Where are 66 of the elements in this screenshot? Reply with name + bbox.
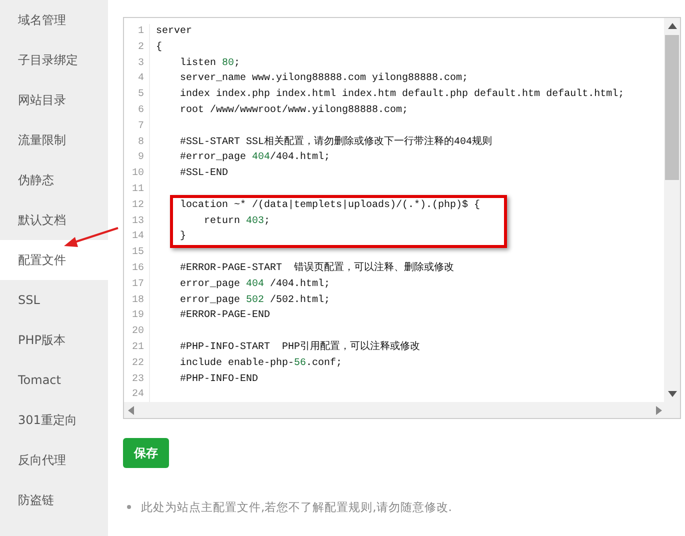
code-editor[interactable] xyxy=(123,17,681,419)
line-number: 24 xyxy=(132,388,144,402)
code-line: location ~* /(data|templets|uploads)/(.*).(php)$ { xyxy=(179,200,480,211)
bullet-icon xyxy=(127,505,131,509)
code-line: #SSL-END xyxy=(179,168,228,180)
code-line: return 403; xyxy=(203,216,270,227)
line-number: 21 xyxy=(132,340,144,355)
line-number: 6 xyxy=(138,104,144,118)
scroll-down-icon[interactable] xyxy=(668,391,676,397)
line-number: 17 xyxy=(132,278,144,292)
sidebar-item[interactable]: SSL xyxy=(0,280,108,320)
line-number: 20 xyxy=(132,325,144,340)
code-line: #SSL-START SSL相关配置，请勿删除或修改下一行带注释的404规则 xyxy=(179,136,492,148)
code-line: root /www/wwwroot/www.yilong88888.com; xyxy=(179,104,408,116)
line-number: 15 xyxy=(132,246,144,260)
code-line: include enable-php-56.conf; xyxy=(179,358,342,369)
code-line: #PHP-INFO-END xyxy=(179,374,258,385)
scroll-left-icon[interactable] xyxy=(128,406,134,414)
sidebar-item[interactable]: 伪静态 xyxy=(0,160,108,200)
code-line: error_page 502 /502.html; xyxy=(179,294,330,306)
line-number: 23 xyxy=(132,372,144,387)
line-number: 5 xyxy=(138,88,144,102)
sidebar-item[interactable]: PHP版本 xyxy=(0,320,108,360)
scroll-up-icon[interactable] xyxy=(668,23,676,29)
line-number: 16 xyxy=(132,262,144,276)
line-number: 14 xyxy=(132,230,144,244)
line-number: 2 xyxy=(138,40,144,55)
scrollbar-thumb[interactable] xyxy=(665,35,679,180)
line-number: 1 xyxy=(138,25,144,39)
code-line: #error_page 404/404.html; xyxy=(179,152,330,164)
line-number: 10 xyxy=(132,167,144,182)
line-number: 19 xyxy=(132,309,144,324)
line-number: 12 xyxy=(132,198,144,213)
sidebar-item[interactable]: 配置文件 xyxy=(0,240,108,280)
code-line: server xyxy=(156,26,192,37)
sidebar-item[interactable]: 网站目录 xyxy=(0,80,108,120)
code-line: listen 80; xyxy=(179,58,240,69)
code-line: index index.php index.html index.htm default.php default.htm default.html; xyxy=(179,89,624,100)
line-number: 4 xyxy=(138,72,144,86)
line-number: 3 xyxy=(138,56,144,71)
sidebar-item[interactable]: 域名管理 xyxy=(0,0,108,40)
code-line: { xyxy=(156,42,162,53)
sidebar-item[interactable]: Tomact xyxy=(0,360,108,400)
code-line: server_name www.yilong88888.com yilong88888.com; xyxy=(179,73,468,84)
code-line: #ERROR-PAGE-START 错误页配置，可以注释、删除或修改 xyxy=(179,262,454,274)
sidebar-item[interactable]: 反向代理 xyxy=(0,440,108,480)
arrow-annotation xyxy=(62,226,120,250)
note-text: 此处为站点主配置文件,若您不了解配置规则,请勿随意修改. xyxy=(141,499,452,516)
line-number: 11 xyxy=(132,182,144,197)
line-number: 13 xyxy=(132,214,144,229)
code-line: #ERROR-PAGE-END xyxy=(179,310,270,322)
sidebar-item[interactable]: 子目录绑定 xyxy=(0,40,108,80)
line-number: 9 xyxy=(138,151,144,166)
code-line: } xyxy=(179,231,186,242)
code-line: #PHP-INFO-START PHP引用配置，可以注释或修改 xyxy=(179,342,420,353)
line-number: 7 xyxy=(138,120,144,134)
line-number: 22 xyxy=(132,356,144,371)
code-line: error_page 404 /404.html; xyxy=(179,278,330,290)
line-number: 8 xyxy=(138,136,144,150)
save-button[interactable]: 保存 xyxy=(123,438,169,468)
sidebar-item[interactable]: 流量限制 xyxy=(0,120,108,160)
sidebar-item[interactable]: 防盗链 xyxy=(0,480,108,520)
line-number: 18 xyxy=(132,294,144,308)
sidebar-item[interactable]: 301重定向 xyxy=(0,400,108,440)
sidebar-item[interactable]: 默认文档 xyxy=(0,200,108,240)
scroll-right-icon[interactable] xyxy=(656,406,662,414)
